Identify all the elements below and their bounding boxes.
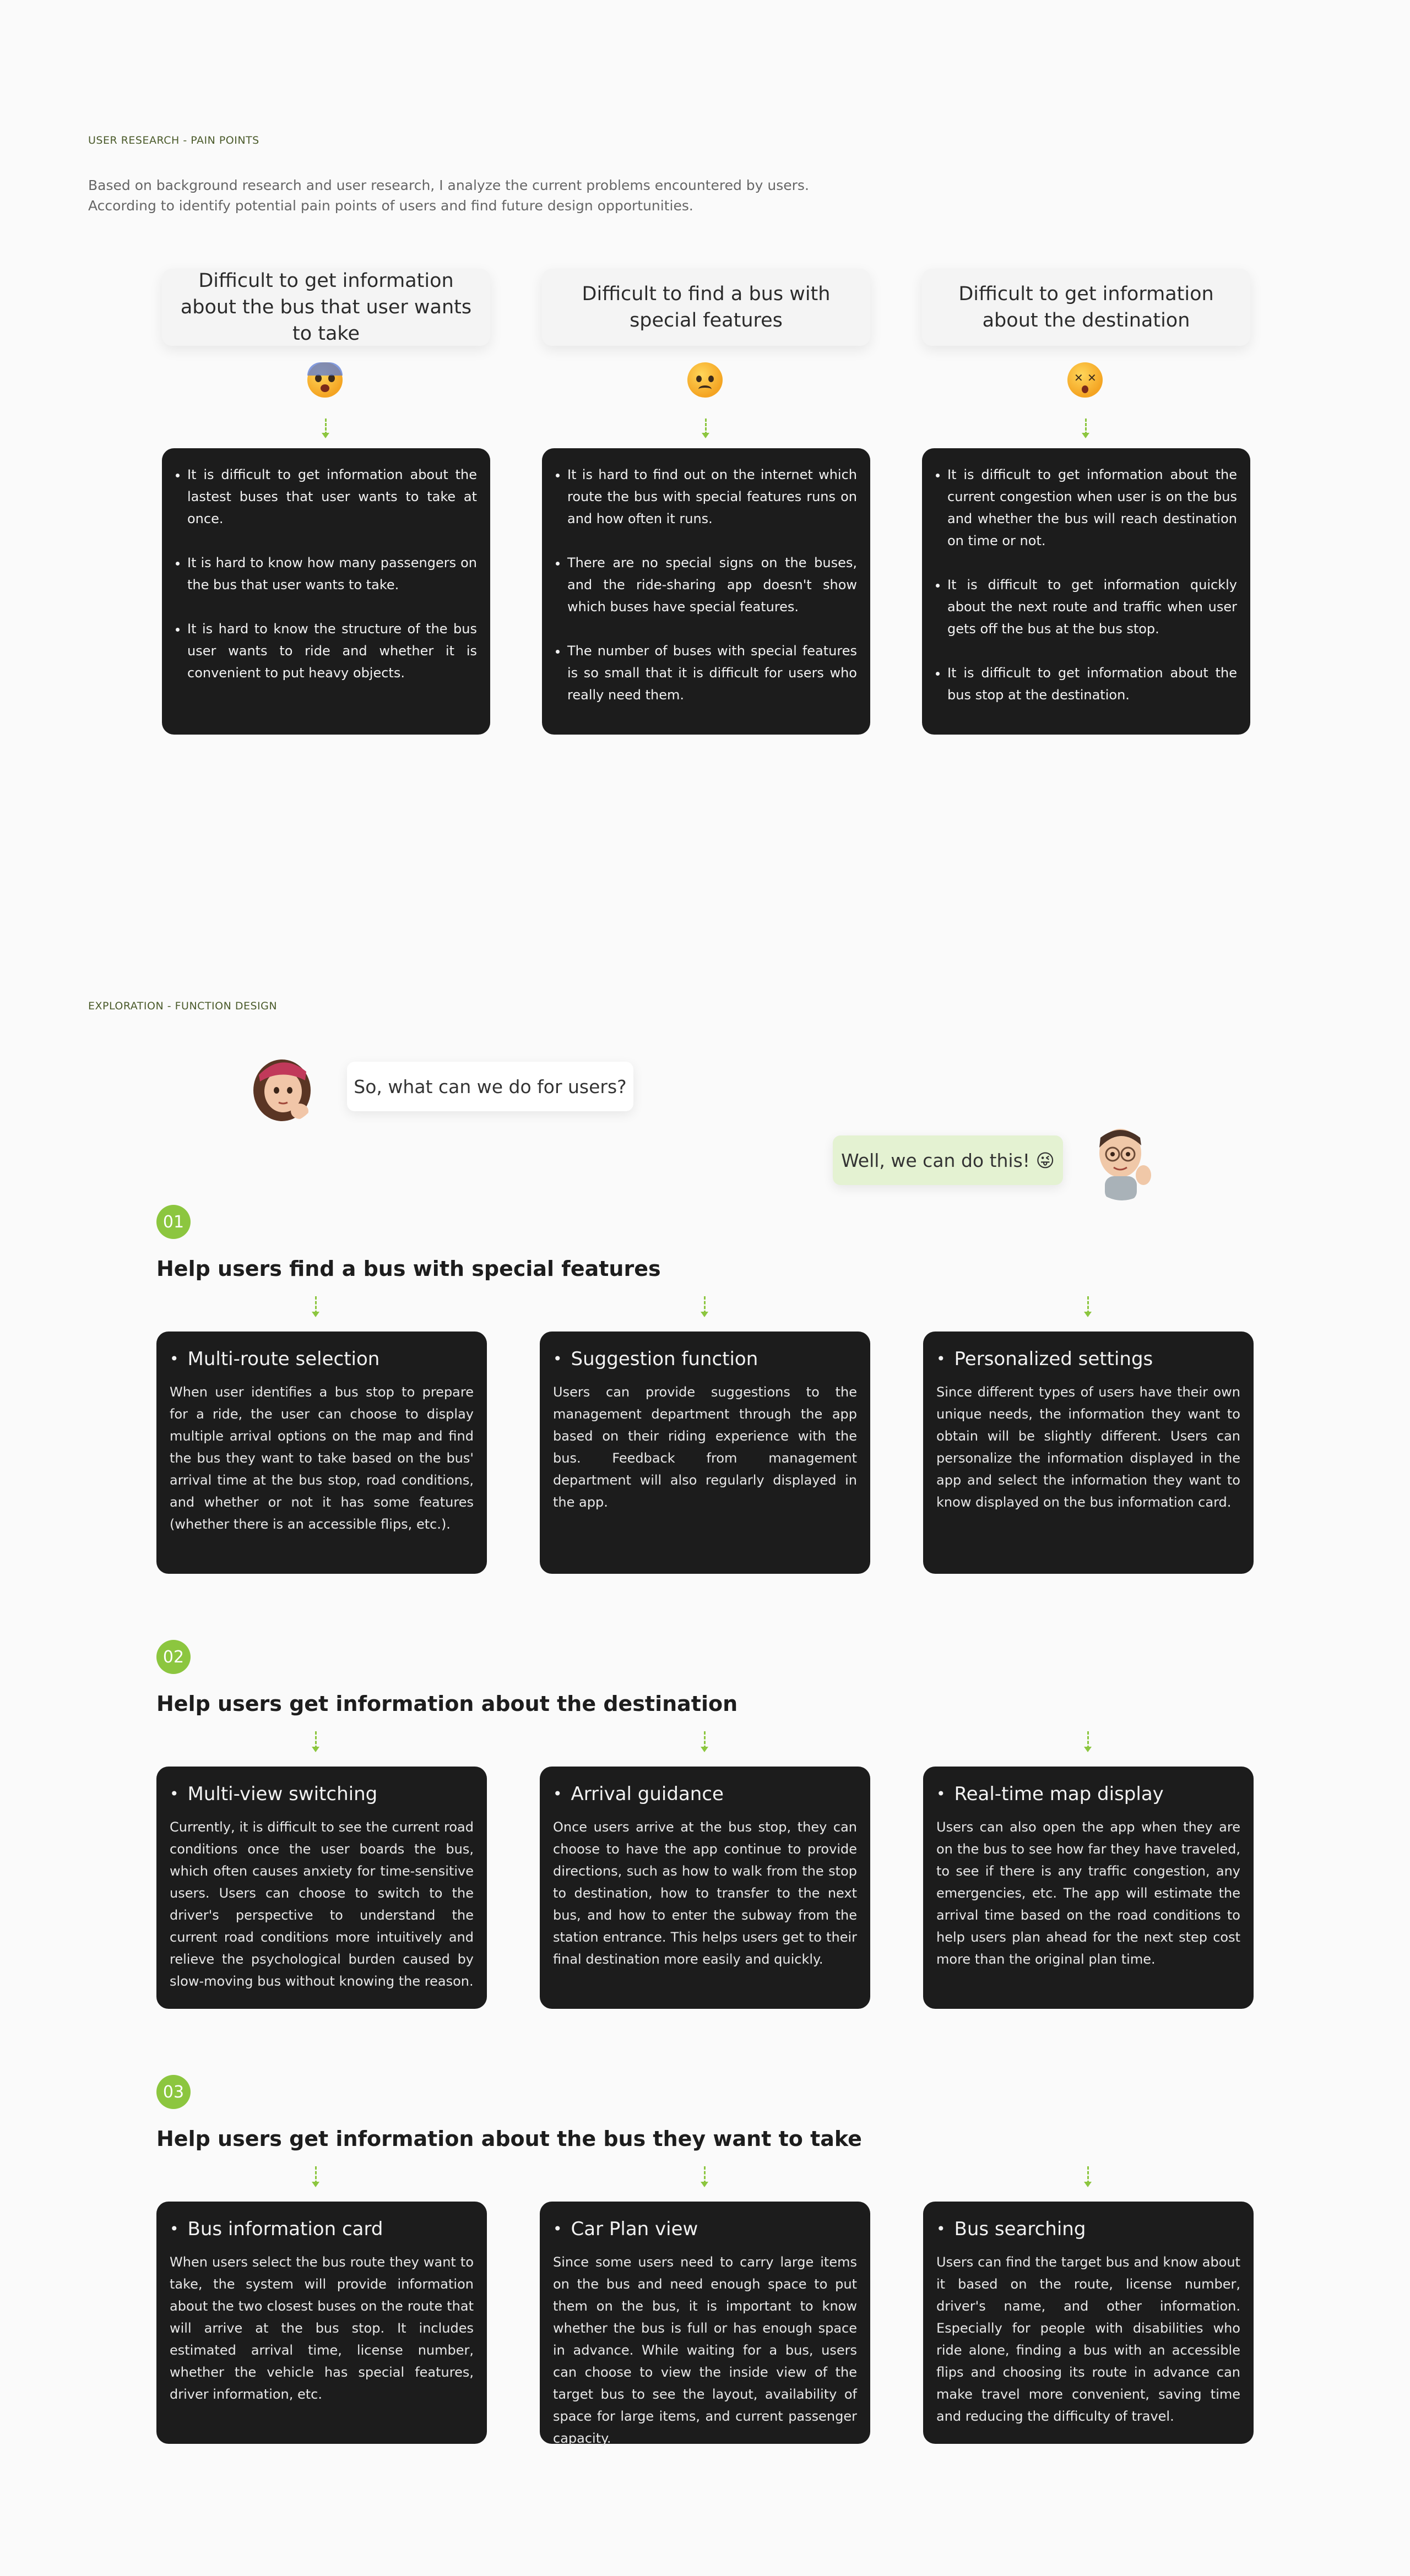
feature-description: Since some users need to carry large ite…	[553, 2254, 857, 2446]
feature-title: Arrival guidance	[553, 1783, 857, 1805]
pain-point-item: It is hard to know how many passengers o…	[187, 552, 477, 596]
question-bubble: So, what can we do for users?	[347, 1062, 633, 1111]
feature-description: Once users arrive at the bus stop, they …	[553, 1819, 857, 1967]
feature-title: Multi-route selection	[170, 1348, 474, 1370]
arrow-down-icon	[312, 2166, 319, 2187]
feature-title: Multi-view switching	[170, 1783, 474, 1805]
arrow-down-icon	[702, 419, 709, 438]
pain-point-title: Difficult to get information about the b…	[162, 269, 490, 346]
girl-avatar	[249, 1052, 318, 1123]
arrow-down-icon	[312, 1731, 319, 1752]
feature-description: Since different types of users have thei…	[936, 1384, 1240, 1510]
feature-title: Personalized settings	[936, 1348, 1240, 1370]
boy-avatar	[1086, 1123, 1158, 1200]
group-title: Help users find a bus with special featu…	[156, 1257, 661, 1281]
pain-point-title: Difficult to get information about the d…	[922, 269, 1250, 346]
feature-title: Bus information card	[170, 2218, 474, 2240]
pain-point-item: It is difficult to get information about…	[947, 662, 1237, 706]
feature-card: Multi-view switching Currently, it is di…	[156, 1767, 487, 2009]
pain-point-card: It is difficult to get information about…	[922, 448, 1250, 735]
feature-card: Arrival guidance Once users arrive at th…	[540, 1767, 870, 2009]
pain-point-item: It is hard to find out on the internet w…	[567, 464, 857, 530]
feature-card: Bus information card When users select t…	[156, 2202, 487, 2444]
feature-description: Currently, it is difficult to see the cu…	[170, 1819, 474, 1989]
arrow-down-icon	[1084, 1731, 1092, 1752]
arrow-down-icon	[1084, 1296, 1092, 1317]
feature-description: Users can provide suggestions to the man…	[553, 1384, 857, 1510]
feature-card: Personalized settings Since different ty…	[923, 1332, 1254, 1574]
feature-description: Users can find the target bus and know a…	[936, 2254, 1240, 2424]
feature-title: Car Plan view	[553, 2218, 857, 2240]
feature-card: Car Plan view Since some users need to c…	[540, 2202, 870, 2446]
arrow-down-icon	[701, 1731, 708, 1752]
intro-line: Based on background research and user re…	[88, 177, 809, 193]
feature-card: Suggestion function Users can provide su…	[540, 1332, 870, 1574]
pain-point-item: There are no special signs on the buses,…	[567, 552, 857, 618]
feature-description: When users select the bus route they wan…	[170, 2254, 474, 2402]
intro-line: According to identify potential pain poi…	[88, 198, 693, 214]
feature-title: Bus searching	[936, 2218, 1240, 2240]
group-number-badge: 03	[156, 2075, 191, 2109]
arrow-down-icon	[1082, 419, 1089, 438]
group-title: Help users get information about the des…	[156, 1692, 738, 1716]
feature-card: Bus searching Users can find the target …	[923, 2202, 1254, 2444]
feature-title: Suggestion function	[553, 1348, 857, 1370]
pain-point-title: Difficult to find a bus with special fea…	[542, 269, 870, 346]
feature-description: Users can also open the app when they ar…	[936, 1819, 1240, 1967]
feature-description: When user identifies a bus stop to prepa…	[170, 1384, 474, 1532]
feature-title: Real-time map display	[936, 1783, 1240, 1805]
arrow-down-icon	[701, 1296, 708, 1317]
pain-point-card: It is difficult to get information about…	[162, 448, 490, 735]
pain-point-item: It is difficult to get information about…	[947, 464, 1237, 552]
pain-point-item: It is difficult to get information quick…	[947, 574, 1237, 640]
group-number-badge: 02	[156, 1640, 191, 1674]
section-label-research: USER RESEARCH - PAIN POINTS	[88, 134, 259, 146]
frowning-face-icon	[687, 362, 723, 398]
answer-bubble: Well, we can do this! 😜	[833, 1135, 1063, 1185]
arrow-down-icon	[312, 1296, 319, 1317]
dizzy-face-icon: ✕ ✕	[1067, 362, 1103, 398]
feature-card: Real-time map display Users can also ope…	[923, 1767, 1254, 2009]
fearful-face-icon	[307, 362, 343, 398]
arrow-down-icon	[322, 419, 329, 438]
pain-point-item: It is difficult to get information about…	[187, 464, 477, 530]
research-intro: Based on background research and user re…	[88, 175, 809, 216]
arrow-down-icon	[701, 2166, 708, 2187]
group-number-badge: 01	[156, 1205, 191, 1239]
pain-point-item: The number of buses with special feature…	[567, 640, 857, 706]
feature-card: Multi-route selection When user identifi…	[156, 1332, 487, 1574]
section-label-exploration: EXPLORATION - FUNCTION DESIGN	[88, 1000, 278, 1012]
pain-point-card: It is hard to find out on the internet w…	[542, 448, 870, 735]
arrow-down-icon	[1084, 2166, 1092, 2187]
group-title: Help users get information about the bus…	[156, 2127, 862, 2151]
pain-point-item: It is hard to know the structure of the …	[187, 618, 477, 684]
